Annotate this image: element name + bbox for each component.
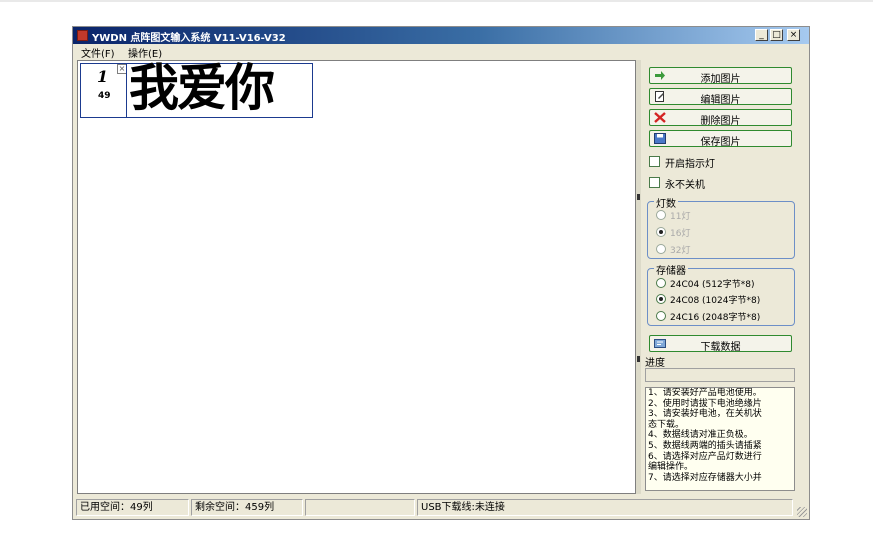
download-data-button[interactable]: 下载数据	[649, 335, 792, 353]
instruction-line: 编辑操作。	[648, 462, 694, 473]
dot-matrix-text: 我爱你	[129, 59, 275, 117]
close-button[interactable]: ×	[787, 29, 800, 41]
instruction-line: 2、使用时请拔下电池绝缘片	[648, 398, 762, 409]
storage-24c08-label: 24C08 (1024字节*8)	[670, 296, 761, 306]
status-usb-connection: USB下载线:未连接	[417, 499, 793, 516]
instructions-box: 1、请安装好产品电池使用。 2、使用时请拔下电池绝缘片 3、请安装好电池，在关机…	[645, 387, 795, 491]
cell-column-count: 49	[98, 91, 111, 101]
never-off-checkbox[interactable]	[649, 177, 660, 188]
resize-grip-icon[interactable]	[797, 507, 807, 517]
instruction-line: 6、请选择对应产品灯数进行	[648, 451, 762, 462]
status-remaining-space: 剩余空间：459列	[191, 499, 303, 516]
cell-divider	[126, 64, 127, 117]
instruction-line: 4、数据线请对准正负极。	[648, 430, 753, 441]
lamp-32-label: 32灯	[670, 246, 691, 256]
indicator-light-checkbox[interactable]	[649, 156, 660, 167]
edit-image-button[interactable]: 编辑图片	[649, 88, 792, 106]
storage-24c04-radio[interactable]	[656, 278, 666, 288]
lamp-32-radio[interactable]	[656, 244, 666, 254]
status-bar: 已用空间：49列 剩余空间：459列 USB下载线:未连接	[73, 497, 809, 519]
delete-image-label: 删除图片	[700, 116, 741, 127]
instruction-line: 5、数据线两端的插头请插紧	[648, 440, 762, 451]
add-image-label: 添加图片	[700, 74, 741, 85]
instruction-line: 7、请选择对应存储器大小并	[648, 472, 762, 483]
lamp-count-group: 灯数 11灯 16灯 32灯	[647, 195, 795, 259]
lamp-11-radio[interactable]	[656, 210, 666, 220]
menu-file[interactable]: 文件(F)	[81, 45, 115, 60]
storage-24c16-radio[interactable]	[656, 311, 666, 321]
menu-bar: 文件(F) 操作(E)	[73, 44, 809, 60]
window-title: YWDN 点阵图文输入系统 V11-V16-V32	[92, 33, 286, 44]
app-icon	[77, 30, 88, 41]
control-panel: 添加图片 编辑图片 删除图片 保存图片 开启指示灯 永不关机 灯数 11灯 16…	[641, 60, 807, 494]
never-off-label: 永不关机	[665, 180, 705, 191]
storage-24c04-label: 24C04 (512字节*8)	[670, 280, 755, 290]
indicator-light-label: 开启指示灯	[665, 159, 715, 170]
instruction-line: 3、请安装好电池，在关机状	[648, 409, 762, 420]
image-canvas[interactable]: 1 49 × 我爱你	[77, 59, 636, 494]
lamp-11-label: 11灯	[670, 212, 691, 222]
instruction-line: 态下载。	[648, 419, 685, 430]
page-top-rule	[0, 0, 873, 2]
maximize-button[interactable]: □	[770, 29, 783, 41]
image-cell[interactable]: 1 49 × 我爱你	[80, 59, 313, 118]
download-data-label: 下载数据	[700, 342, 741, 353]
minimize-button[interactable]: _	[755, 29, 768, 41]
storage-24c08-radio[interactable]	[656, 294, 666, 304]
app-window: YWDN 点阵图文输入系统 V11-V16-V32 _ □ × 文件(F) 操作…	[72, 26, 810, 520]
save-image-label: 保存图片	[700, 137, 741, 148]
title-bar[interactable]: YWDN 点阵图文输入系统 V11-V16-V32 _ □ ×	[73, 27, 809, 44]
splitter-arrow-icon	[637, 356, 640, 362]
delete-image-button[interactable]: 删除图片	[649, 109, 792, 127]
status-used-space: 已用空间：49列	[76, 499, 189, 516]
splitter-arrow-icon	[637, 194, 640, 200]
download-progress-bar	[645, 368, 795, 382]
status-empty-pane	[305, 499, 415, 516]
storage-group: 存储器 24C04 (512字节*8) 24C08 (1024字节*8) 24C…	[647, 262, 795, 326]
storage-24c16-label: 24C16 (2048字节*8)	[670, 313, 761, 323]
lamp-16-radio[interactable]	[656, 227, 666, 237]
storage-title: 存储器	[654, 262, 688, 277]
add-image-button[interactable]: 添加图片	[649, 67, 792, 85]
cell-index: 1	[97, 67, 109, 86]
lamp-16-label: 16灯	[670, 229, 691, 239]
save-image-button[interactable]: 保存图片	[649, 130, 792, 148]
instruction-line: 1、请安装好产品电池使用。	[648, 388, 762, 398]
progress-label: 进度	[645, 358, 665, 369]
lamp-count-title: 灯数	[654, 195, 678, 210]
edit-image-label: 编辑图片	[700, 95, 741, 106]
